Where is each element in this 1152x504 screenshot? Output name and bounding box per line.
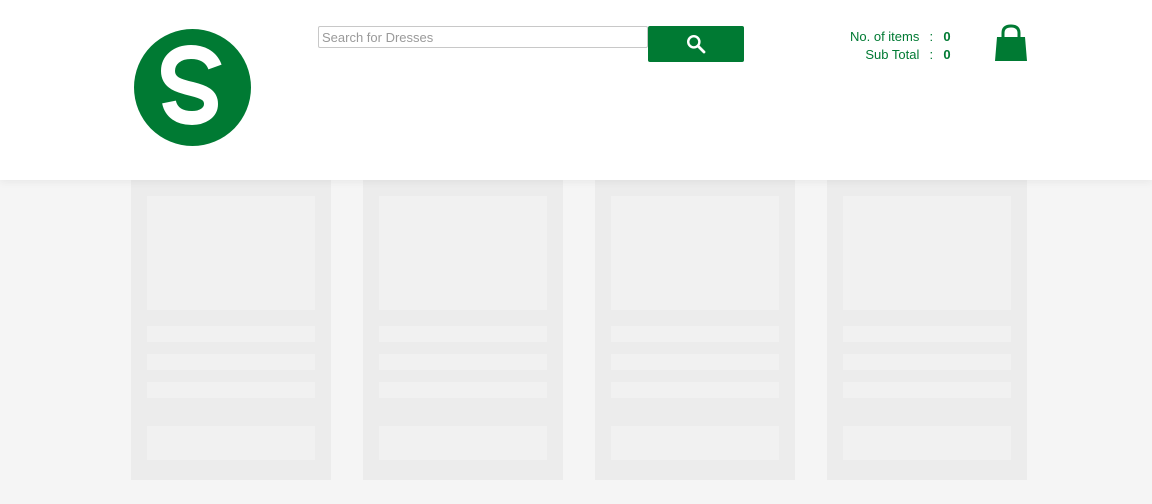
- text-line-placeholder: [611, 354, 779, 370]
- image-placeholder: [843, 196, 1011, 310]
- product-card-placeholder: [827, 168, 1027, 480]
- text-line-placeholder: [379, 382, 547, 398]
- product-card-placeholder: [131, 168, 331, 480]
- subtotal-separator: :: [929, 47, 934, 62]
- search-input[interactable]: [318, 26, 648, 48]
- product-card-placeholder: [363, 168, 563, 480]
- subtotal-row: Sub Total : 0: [850, 46, 955, 64]
- button-placeholder: [147, 426, 315, 460]
- items-count-separator: :: [929, 29, 934, 44]
- site-header: No. of items : 0 Sub Total : 0: [0, 0, 1152, 180]
- image-placeholder: [147, 196, 315, 310]
- text-line-placeholder: [147, 382, 315, 398]
- button-placeholder: [379, 426, 547, 460]
- subtotal-value: 0: [943, 47, 951, 62]
- search-button[interactable]: [648, 26, 744, 62]
- cart-summary: No. of items : 0 Sub Total : 0: [850, 28, 955, 64]
- search-icon: [687, 35, 706, 54]
- items-count-value: 0: [943, 29, 951, 44]
- text-line-placeholder: [843, 326, 1011, 342]
- text-line-placeholder: [379, 326, 547, 342]
- items-count-row: No. of items : 0: [850, 28, 955, 46]
- s-logo-icon: [134, 29, 251, 146]
- text-line-placeholder: [379, 354, 547, 370]
- text-line-placeholder: [843, 382, 1011, 398]
- logo-link[interactable]: [134, 29, 251, 146]
- text-line-placeholder: [611, 326, 779, 342]
- items-count-label: No. of items: [850, 29, 920, 44]
- text-line-placeholder: [147, 354, 315, 370]
- image-placeholder: [379, 196, 547, 310]
- button-placeholder: [611, 426, 779, 460]
- button-placeholder: [843, 426, 1011, 460]
- cart-button[interactable]: [993, 24, 1029, 64]
- shopping-bag-icon: [995, 24, 1027, 61]
- image-placeholder: [611, 196, 779, 310]
- product-card-placeholder: [595, 168, 795, 480]
- text-line-placeholder: [843, 354, 1011, 370]
- text-line-placeholder: [147, 326, 315, 342]
- subtotal-label: Sub Total: [865, 47, 920, 62]
- text-line-placeholder: [611, 382, 779, 398]
